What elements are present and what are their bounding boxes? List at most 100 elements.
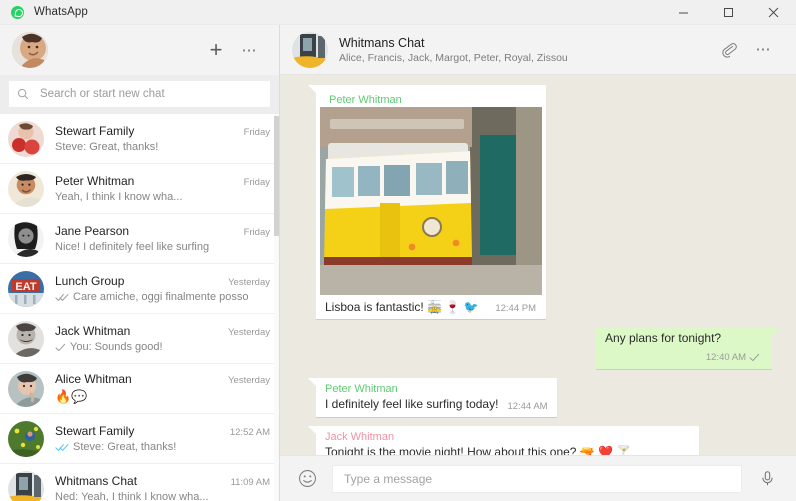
overflow-menu-icon: ⋯ [755,41,773,58]
emoji-button[interactable] [292,464,322,494]
chat-item-name: Stewart Family [55,424,135,438]
chat-item-meta: Whitmans Chat 11:09 AM Ned: Yeah, I think … [55,470,270,501]
chat-item-preview: Steve: Great, thanks! [55,141,159,153]
double-check-icon [55,443,69,452]
chat-avatar [8,120,44,157]
chat-item-name: Alice Whitman [55,372,132,386]
message-photo[interactable] [320,107,542,295]
double-check-icon [55,293,69,302]
chat-item-preview: You: Sounds good! [70,341,163,353]
svg-text:EAT: EAT [15,281,36,293]
chat-item-name: Jane Pearson [55,224,130,238]
composer-bar [280,455,796,501]
chat-list-item[interactable]: Whitmans Chat 11:09 AM Ned: Yeah, I think … [0,464,279,501]
maximize-button[interactable] [706,0,751,25]
chat-avatar [8,320,44,357]
message-sender-name: Jack Whitman [325,431,395,444]
chat-item-meta: Peter Whitman Friday Yeah, I think I know … [55,170,270,208]
chat-list-item[interactable]: EAT Lunch Group Yesterday Care amiche, oggi… [0,264,279,314]
chat-item-time: Friday [243,127,270,138]
chat-list-pane: + ⋯ Stewart Family Friday Steve: Great, th… [0,25,280,501]
chat-item-time: 12:52 AM [229,427,270,438]
chat-item-preview: Steve: Great, thanks! [73,441,177,453]
chat-item-time: 11:09 AM [230,477,270,488]
chat-list-item[interactable]: Alice Whitman Yesterday 🔥💬 [0,364,279,414]
chat-item-time: Friday [243,227,270,238]
minimize-button[interactable] [661,0,706,25]
sidebar-header: + ⋯ [0,25,279,75]
new-chat-button[interactable]: + [199,33,233,67]
chat-item-meta: Jack Whitman Yesterday You: Sounds good! [55,320,270,358]
chat-avatar [8,370,44,407]
photo-caption: Lisboa is fantastic! 🚋 🍷 🐦 [325,300,479,314]
chat-avatar [8,220,44,257]
incoming-message-bubble[interactable]: Peter Whitman Lisboa is fantastic! 🚋 🍷 🐦 1… [308,85,546,319]
message-list[interactable]: Peter Whitman Lisboa is fantastic! 🚋 🍷 🐦 1… [280,75,796,455]
message-content-row: I definitely feel like surfing today! 12:… [316,396,557,417]
chat-item-meta: Stewart Family 12:52 AM Steve: Great, than… [55,420,270,458]
message-time: 12:44 PM [495,303,536,314]
close-button[interactable] [751,0,796,25]
message-content-row: Tonight is the movie night! How about th… [316,444,699,455]
message-sender-name: Peter Whitman [329,94,402,106]
microphone-icon [761,471,773,486]
search-container [0,75,279,114]
chat-list-scroll-thumb[interactable] [274,116,279,236]
attach-button[interactable] [710,32,746,68]
search-input[interactable] [40,88,262,100]
paperclip-icon [721,43,737,58]
message-text: I definitely feel like surfing today! [325,397,499,412]
chat-avatar: EAT [8,270,44,307]
message-input[interactable] [332,464,742,493]
photo-caption-row: Lisboa is fantastic! 🚋 🍷 🐦 12:44 PM [320,295,542,319]
voice-record-button[interactable] [752,464,782,494]
chat-item-name: Peter Whitman [55,174,135,188]
message-meta: 12:40 AM [706,352,764,363]
search-icon [17,88,29,100]
whatsapp-window: WhatsApp + ⋯ Search or start new chat St… [0,0,796,501]
chat-list-item[interactable]: Jack Whitman Yesterday You: Sounds good! [0,314,279,364]
single-check-icon [55,343,66,352]
chat-item-preview: 🔥💬 [55,389,88,404]
conversation-header[interactable]: Whitmans Chat Alice, Francis, Jack, Marg… [280,25,796,75]
chat-avatar [8,470,44,501]
chat-list-item[interactable]: Stewart Family Friday Steve: Great, thanks… [0,114,279,164]
incoming-message-bubble[interactable]: Peter Whitman I definitely feel like surf… [308,378,557,418]
message-row: Any plans for tonight? 12:40 AM [316,328,780,370]
chat-item-preview: Nice! I definitely feel like surfing [55,241,210,253]
message-row: Jack Whitman Tonight is the movie night! … [307,426,772,455]
incoming-message-bubble[interactable]: Jack Whitman Tonight is the movie night! … [307,426,700,455]
message-sender-name: Peter Whitman [325,383,398,396]
sidebar-menu-button[interactable]: ⋯ [233,33,267,67]
chat-list-item[interactable]: Peter Whitman Friday Yeah, I think I know … [0,164,279,214]
chat-avatar [8,170,44,207]
conversation-pane: Whitmans Chat Alice, Francis, Jack, Marg… [280,25,796,501]
chat-item-time: Yesterday [228,375,270,386]
chat-list-item[interactable]: Stewart Family 12:52 AM Steve: Great, than… [0,414,279,464]
conversation-avatar[interactable] [292,31,328,68]
chat-item-meta: Alice Whitman Yesterday 🔥💬 [55,370,270,408]
chat-item-name: Whitmans Chat [55,474,138,488]
user-avatar[interactable] [12,32,48,68]
single-check-icon [749,353,760,362]
chat-item-time: Friday [243,177,270,188]
message-time: 12:40 AM [705,352,746,364]
chat-list-item[interactable]: Jane Pearson Friday Nice! I definitely fee… [0,214,279,264]
search-box[interactable] [9,81,270,107]
chat-list-scrollbar[interactable] [274,114,279,501]
chat-item-name: Jack Whitman [55,324,131,338]
message-text: Any plans for tonight? [605,331,722,345]
chat-item-meta: Lunch Group Yesterday Care amiche, oggi fi… [55,270,270,308]
message-row: Peter Whitman Lisboa is fantastic! 🚋 🍷 🐦 1… [308,85,772,319]
overflow-menu-icon: ⋯ [241,41,259,59]
chat-list[interactable]: Stewart Family Friday Steve: Great, thanks… [0,114,279,501]
conversation-title: Whitmans Chat [339,35,425,50]
plus-icon: + [209,37,223,62]
conversation-menu-button[interactable]: ⋯ [746,32,782,68]
outgoing-message-bubble[interactable]: Any plans for tonight? 12:40 AM [596,328,780,370]
chat-item-preview: Care amiche, oggi finalmente posso [73,291,249,303]
chat-item-name: Lunch Group [55,274,125,288]
conversation-meta: Whitmans Chat Alice, Francis, Jack, Marg… [339,36,710,64]
conversation-participants: Alice, Francis, Jack, Margot, Peter, Roy… [339,51,568,64]
chat-avatar [8,420,44,457]
